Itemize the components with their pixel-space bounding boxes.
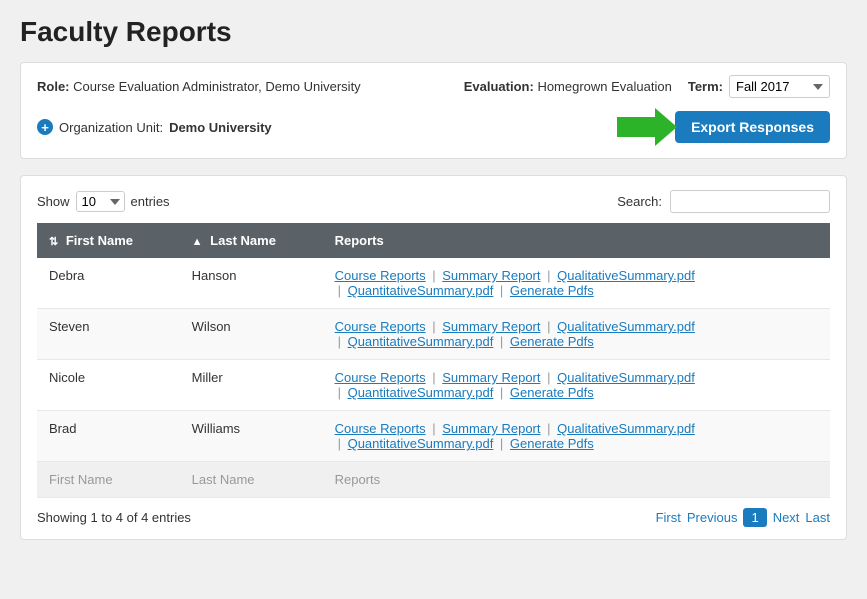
pagination: First Previous 1 Next Last	[656, 508, 830, 527]
arrow-export-section: Export Responses	[617, 108, 830, 146]
faculty-table: ⇅ First Name ▲ Last Name Reports DebraHa…	[37, 223, 830, 498]
cell-reports: Course Reports | Summary Report | Qualit…	[323, 411, 830, 462]
page-wrapper: Faculty Reports Role: Course Evaluation …	[0, 0, 867, 599]
entries-select[interactable]: 10 25 50 100	[76, 191, 125, 212]
table-controls: Show 10 25 50 100 entries Search:	[37, 190, 830, 213]
eval-term-section: Evaluation: Homegrown Evaluation Term: F…	[464, 75, 830, 98]
reports-line1: Course Reports | Summary Report | Qualit…	[335, 370, 695, 385]
report-link[interactable]: QuantitativeSummary.pdf	[348, 436, 494, 451]
report-link[interactable]: Summary Report	[442, 370, 540, 385]
cell-last-name: Miller	[180, 360, 323, 411]
reports-line2: | QuantitativeSummary.pdf | Generate Pdf…	[335, 436, 818, 451]
table-panel: Show 10 25 50 100 entries Search: ⇅	[20, 175, 847, 540]
col-last-name[interactable]: ▲ Last Name	[180, 223, 323, 258]
org-label: Organization Unit:	[59, 120, 163, 135]
table-row: BradWilliams Course Reports | Summary Rep…	[37, 411, 830, 462]
col-reports: Reports	[323, 223, 830, 258]
term-label: Term:	[688, 79, 723, 94]
report-link[interactable]: QuantitativeSummary.pdf	[348, 385, 494, 400]
cell-reports: Course Reports | Summary Report | Qualit…	[323, 309, 830, 360]
report-link[interactable]: Generate Pdfs	[510, 283, 594, 298]
report-link[interactable]: QuantitativeSummary.pdf	[348, 334, 494, 349]
report-link[interactable]: Generate Pdfs	[510, 436, 594, 451]
reports-line1: Course Reports | Summary Report | Qualit…	[335, 421, 695, 436]
org-value: Demo University	[169, 120, 272, 135]
report-link[interactable]: Course Reports	[335, 319, 426, 334]
table-row: NicoleMiller Course Reports | Summary Rep…	[37, 360, 830, 411]
report-link[interactable]: QualitativeSummary.pdf	[557, 319, 695, 334]
sort-icon-lastname: ▲	[192, 236, 203, 248]
sort-icon-firstname: ⇅	[49, 235, 58, 248]
search-label: Search:	[617, 194, 662, 209]
report-link[interactable]: QualitativeSummary.pdf	[557, 370, 695, 385]
footer-cell-reports: Reports	[323, 462, 830, 498]
cell-reports: Course Reports | Summary Report | Qualit…	[323, 360, 830, 411]
report-link[interactable]: QuantitativeSummary.pdf	[348, 283, 494, 298]
term-select[interactable]: Fall 2017 Spring 2017 Fall 2016	[729, 75, 830, 98]
eval-section: Evaluation: Homegrown Evaluation	[464, 79, 672, 94]
cell-first-name: Nicole	[37, 360, 180, 411]
reports-line2: | QuantitativeSummary.pdf | Generate Pdf…	[335, 283, 818, 298]
col-first-name[interactable]: ⇅ First Name	[37, 223, 180, 258]
table-row: DebraHanson Course Reports | Summary Repo…	[37, 258, 830, 309]
report-link[interactable]: Generate Pdfs	[510, 385, 594, 400]
export-button[interactable]: Export Responses	[675, 111, 830, 143]
report-link[interactable]: QualitativeSummary.pdf	[557, 421, 695, 436]
plus-icon[interactable]: +	[37, 119, 53, 135]
table-header: ⇅ First Name ▲ Last Name Reports	[37, 223, 830, 258]
role-value: Course Evaluation Administrator, Demo Un…	[73, 79, 361, 94]
cell-last-name: Williams	[180, 411, 323, 462]
show-entries-section: Show 10 25 50 100 entries	[37, 191, 170, 212]
report-link[interactable]: Summary Report	[442, 319, 540, 334]
report-link[interactable]: Summary Report	[442, 421, 540, 436]
show-label: Show	[37, 194, 70, 209]
cell-first-name: Steven	[37, 309, 180, 360]
search-input[interactable]	[670, 190, 830, 213]
report-link[interactable]: Generate Pdfs	[510, 334, 594, 349]
page-title: Faculty Reports	[20, 16, 847, 48]
pagination-last[interactable]: Last	[805, 510, 830, 525]
cell-first-name: Debra	[37, 258, 180, 309]
table-footer: Showing 1 to 4 of 4 entries First Previo…	[37, 508, 830, 527]
table-footer-row: First NameLast NameReports	[37, 462, 830, 498]
pagination-first[interactable]: First	[656, 510, 681, 525]
report-link[interactable]: Course Reports	[335, 421, 426, 436]
cell-first-name: Brad	[37, 411, 180, 462]
footer-cell-last_name: Last Name	[180, 462, 323, 498]
top-panel-row1: Role: Course Evaluation Administrator, D…	[37, 75, 830, 98]
eval-value: Homegrown Evaluation	[537, 79, 671, 94]
report-link[interactable]: Summary Report	[442, 268, 540, 283]
reports-line1: Course Reports | Summary Report | Qualit…	[335, 268, 695, 283]
pagination-next[interactable]: Next	[773, 510, 800, 525]
search-box: Search:	[617, 190, 830, 213]
table-row: StevenWilson Course Reports | Summary Rep…	[37, 309, 830, 360]
footer-cell-first_name: First Name	[37, 462, 180, 498]
top-panel-row2: + Organization Unit: Demo University Exp…	[37, 108, 830, 146]
role-label: Role:	[37, 79, 70, 94]
report-link[interactable]: Course Reports	[335, 370, 426, 385]
report-link[interactable]: Course Reports	[335, 268, 426, 283]
cell-last-name: Wilson	[180, 309, 323, 360]
pagination-previous[interactable]: Previous	[687, 510, 738, 525]
pagination-current[interactable]: 1	[743, 508, 766, 527]
reports-line2: | QuantitativeSummary.pdf | Generate Pdf…	[335, 385, 818, 400]
table-body: DebraHanson Course Reports | Summary Repo…	[37, 258, 830, 498]
reports-line2: | QuantitativeSummary.pdf | Generate Pdf…	[335, 334, 818, 349]
role-section: Role: Course Evaluation Administrator, D…	[37, 79, 361, 94]
top-panel: Role: Course Evaluation Administrator, D…	[20, 62, 847, 159]
eval-label: Evaluation:	[464, 79, 534, 94]
org-unit-section: + Organization Unit: Demo University	[37, 119, 272, 135]
reports-line1: Course Reports | Summary Report | Qualit…	[335, 319, 695, 334]
entries-label: entries	[131, 194, 170, 209]
cell-last-name: Hanson	[180, 258, 323, 309]
report-link[interactable]: QualitativeSummary.pdf	[557, 268, 695, 283]
term-section: Term: Fall 2017 Spring 2017 Fall 2016	[688, 75, 830, 98]
green-arrow-icon	[617, 108, 677, 146]
cell-reports: Course Reports | Summary Report | Qualit…	[323, 258, 830, 309]
showing-text: Showing 1 to 4 of 4 entries	[37, 510, 191, 525]
